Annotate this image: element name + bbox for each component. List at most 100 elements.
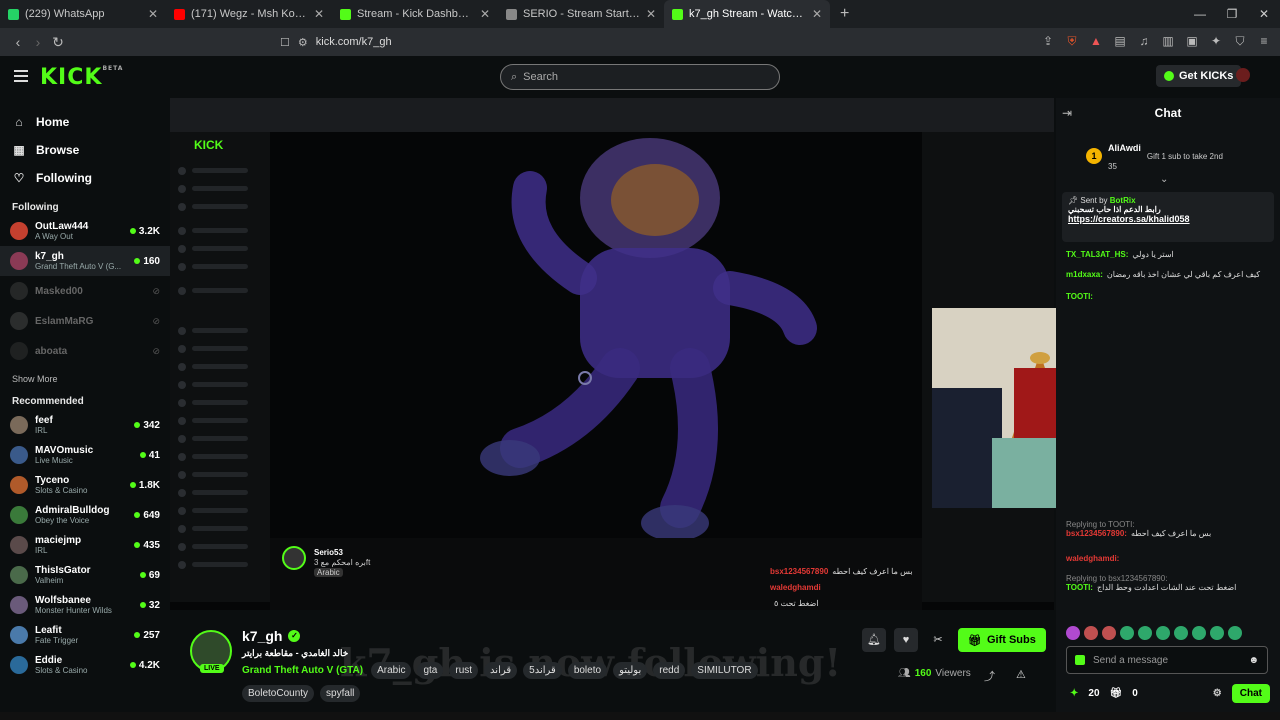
sidebar-channel[interactable]: EslamMaRG ⊘ bbox=[0, 306, 170, 336]
search-input[interactable]: ⌕ Search bbox=[500, 64, 780, 90]
sidebar-channel[interactable]: MAVOmusic Live Music 41 bbox=[0, 440, 170, 470]
show-more-link[interactable]: Show More bbox=[0, 370, 170, 388]
sidebar-channel[interactable]: k7_gh Grand Theft Auto V (G... 160 bbox=[0, 246, 170, 276]
gift-leaderboard[interactable]: 1 AliAwdi 35 Gift 1 sub to take 2nd bbox=[1086, 138, 1223, 174]
chat-username[interactable]: TX_TAL3AT_HS: bbox=[1066, 250, 1128, 259]
pinned-message[interactable]: 📌︎ Sent by BotRix رابط الدعم اذا حاب تسح… bbox=[1062, 192, 1274, 242]
site-info-icon[interactable]: ⚙ bbox=[298, 36, 308, 49]
chat-send-button[interactable]: Chat bbox=[1231, 684, 1270, 703]
sidebar-channel[interactable]: Tyceno Slots & Casino 1.8K bbox=[0, 470, 170, 500]
nav-item-following[interactable]: ♡ Following bbox=[12, 164, 158, 192]
stream-tag[interactable]: gta bbox=[417, 662, 444, 679]
hamburger-menu-icon[interactable] bbox=[14, 70, 28, 85]
tab-close-icon[interactable]: ✕ bbox=[480, 7, 490, 21]
sidebar-channel[interactable]: aboata ⊘ bbox=[0, 336, 170, 366]
share-stream-icon[interactable]: ⤴ bbox=[984, 668, 995, 684]
reader-icon[interactable]: ▥ bbox=[1162, 34, 1174, 48]
video-player[interactable]: KICK Serio53 بره امحكم مع 3ft Arabic bsx… bbox=[170, 98, 1054, 610]
browser-tab[interactable]: SERIO - Stream Starting Soon ✕ bbox=[498, 0, 664, 28]
sidebar-channel[interactable]: feef IRL 342 bbox=[0, 410, 170, 440]
stream-tag[interactable]: SIMILUTOR bbox=[691, 662, 758, 679]
pinned-link[interactable]: https://creators.sa/khalid058 bbox=[1068, 214, 1268, 224]
notification-bell-icon[interactable]: 🔔︎ bbox=[862, 628, 886, 652]
emote-icon[interactable] bbox=[1210, 626, 1224, 640]
emote-icon[interactable] bbox=[1066, 626, 1080, 640]
chat-username[interactable]: waledghamdi: bbox=[1066, 554, 1119, 563]
streamer-name[interactable]: k7_gh bbox=[242, 628, 282, 644]
chat-reply-context[interactable]: Replying to bsx1234567890: bbox=[1066, 574, 1236, 583]
sidebar-channel[interactable]: Wolfsbanee Monster Hunter Wilds 32 bbox=[0, 590, 170, 620]
chat-input[interactable]: Send a message ☻ bbox=[1066, 646, 1268, 674]
stream-tag[interactable]: boleto bbox=[567, 662, 608, 679]
report-icon[interactable]: ⚠ bbox=[1016, 668, 1026, 681]
emote-icon[interactable] bbox=[1228, 626, 1242, 640]
sidebar-channel[interactable]: maciejmp IRL 435 bbox=[0, 530, 170, 560]
menu-icon[interactable]: ≡ bbox=[1258, 34, 1270, 48]
emote-icon[interactable] bbox=[1156, 626, 1170, 640]
stream-tag[interactable]: بوليتو bbox=[613, 662, 648, 679]
rewards-icon[interactable]: ▲ bbox=[1090, 34, 1102, 48]
gifts-count[interactable]: 0 bbox=[1132, 688, 1138, 699]
stream-tag[interactable]: Arabic bbox=[371, 662, 412, 679]
chat-reply-context[interactable]: Replying to TOOTI: bbox=[1066, 520, 1211, 529]
vpn-icon[interactable]: ⛉ bbox=[1234, 34, 1246, 48]
sidebar-channel[interactable]: Eddie Slots & Casino 4.2K bbox=[0, 650, 170, 680]
chat-username[interactable]: m1dxaxa: bbox=[1066, 270, 1103, 279]
browser-tab[interactable]: (229) WhatsApp ✕ bbox=[0, 0, 166, 28]
chat-username[interactable]: bsx1234567890: bbox=[1066, 529, 1127, 538]
tab-close-icon[interactable]: ✕ bbox=[314, 7, 324, 21]
bookmark-icon[interactable]: ☐ bbox=[280, 36, 290, 49]
restore-icon[interactable]: ❐ bbox=[1216, 0, 1248, 28]
chat-username[interactable]: TOOTI: bbox=[1066, 583, 1093, 592]
chat-collapse-arrow-icon[interactable]: ⌄ bbox=[1160, 174, 1168, 185]
sidebar-channel[interactable]: ThisIsGator Valheim 69 bbox=[0, 560, 170, 590]
ai-icon[interactable]: ✦ bbox=[1210, 34, 1222, 48]
music-icon[interactable]: ♫ bbox=[1138, 34, 1150, 48]
browser-tab[interactable]: Stream - Kick Dashboard ✕ bbox=[332, 0, 498, 28]
smiley-icon[interactable]: ☻ bbox=[1248, 655, 1259, 666]
clip-icon[interactable]: ✂ bbox=[926, 628, 950, 652]
sidebar-channel[interactable]: Leafit Fate Trigger 257 bbox=[0, 620, 170, 650]
tab-close-icon[interactable]: ✕ bbox=[148, 7, 158, 21]
get-kicks-button[interactable]: Get KICKs bbox=[1156, 65, 1242, 87]
forward-icon[interactable]: › bbox=[28, 34, 48, 50]
stream-tag[interactable]: rust bbox=[449, 662, 479, 679]
emote-icon[interactable] bbox=[1102, 626, 1116, 640]
wallet-icon[interactable]: ▣ bbox=[1186, 34, 1198, 48]
sidebar-channel[interactable]: AdmiralBulldog Obey the Voice 649 bbox=[0, 500, 170, 530]
stream-tag[interactable]: redd bbox=[653, 662, 686, 679]
emote-icon[interactable] bbox=[1120, 626, 1134, 640]
new-tab-icon[interactable]: + bbox=[830, 5, 859, 23]
chat-username[interactable]: TOOTI: bbox=[1066, 292, 1093, 301]
back-icon[interactable]: ‹ bbox=[8, 34, 28, 50]
kick-logo[interactable]: KICKBETA bbox=[40, 65, 123, 90]
game-category-link[interactable]: Grand Theft Auto V (GTA) bbox=[242, 665, 363, 676]
stream-tag[interactable]: spyfall bbox=[320, 685, 361, 702]
tab-close-icon[interactable]: ✕ bbox=[646, 7, 656, 21]
brave-shield-icon[interactable]: ⛨ bbox=[1066, 34, 1078, 48]
emote-icon[interactable] bbox=[1192, 626, 1206, 640]
follow-heart-icon[interactable]: ♥ bbox=[894, 628, 918, 652]
sidebar-icon[interactable]: ▤ bbox=[1114, 34, 1126, 48]
gift-subs-button[interactable]: 🎁︎ Gift Subs bbox=[958, 628, 1046, 652]
browser-tab[interactable]: (171) Wegz - Msh Kol Marra Ft. @M... ✕ bbox=[166, 0, 332, 28]
stream-tag[interactable]: قراند5 bbox=[523, 662, 562, 679]
url-field[interactable]: ☐ ⚙ kick.com/k7_gh bbox=[280, 32, 1020, 52]
emote-picker-icon[interactable] bbox=[1075, 655, 1085, 665]
tab-close-icon[interactable]: ✕ bbox=[812, 7, 822, 21]
sidebar-channel[interactable]: Masked00 ⊘ bbox=[0, 276, 170, 306]
nav-item-browse[interactable]: ▦ Browse bbox=[12, 136, 158, 164]
emote-icon[interactable] bbox=[1084, 626, 1098, 640]
sidebar-channel[interactable]: OutLaw444 A Way Out 3.2K bbox=[0, 216, 170, 246]
reload-icon[interactable]: ↻ bbox=[48, 34, 68, 51]
minimize-icon[interactable]: — bbox=[1184, 0, 1216, 28]
user-avatar[interactable] bbox=[1236, 68, 1250, 82]
nav-item-home[interactable]: ⌂ Home bbox=[12, 108, 158, 136]
stream-tag[interactable]: BoletoCounty bbox=[242, 685, 315, 702]
chat-settings-icon[interactable]: ⚙ bbox=[1213, 688, 1222, 699]
stream-tag[interactable]: قراند bbox=[484, 662, 518, 679]
kicks-count[interactable]: 20 bbox=[1088, 688, 1099, 699]
emote-icon[interactable] bbox=[1174, 626, 1188, 640]
browser-tab[interactable]: k7_gh Stream - Watch Live on... ✕ bbox=[664, 0, 830, 28]
share-icon[interactable]: ⇪ bbox=[1042, 34, 1054, 48]
